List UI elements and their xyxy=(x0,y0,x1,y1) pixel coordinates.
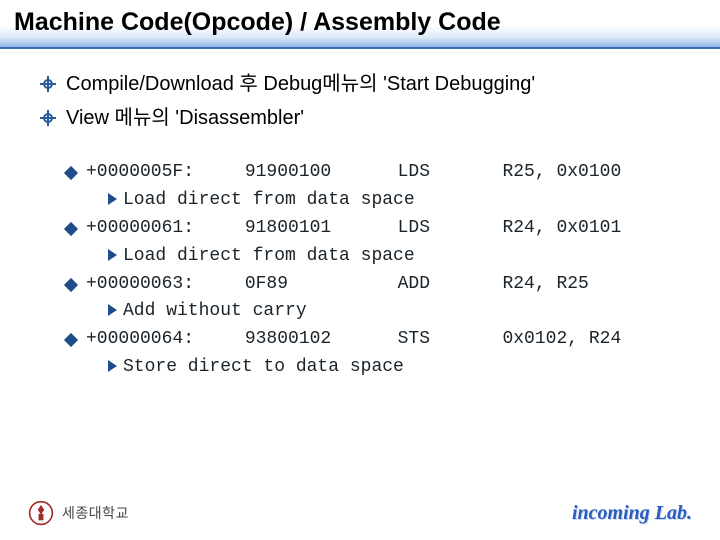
disasm-line: +00000063: 0F89 ADD R24, R25 xyxy=(66,271,680,299)
disasm-desc-row: Store direct to data space xyxy=(106,354,680,382)
disasm-operands: R24, 0x0101 xyxy=(502,215,621,243)
disasm-line: +0000005F: 91900100 LDS R25, 0x0100 xyxy=(66,159,680,187)
bullet-list: Compile/Download 후 Debug메뉴의 'Start Debug… xyxy=(40,69,680,133)
disasm-mnemonic: ADD xyxy=(398,271,492,299)
disasm-operands: 0x0102, R24 xyxy=(502,326,621,354)
disasm-desc-row: Add without carry xyxy=(106,298,680,326)
disasm-description: Load direct from data space xyxy=(123,190,415,210)
slide-footer: 세종대학교 incoming Lab. xyxy=(0,500,720,526)
disasm-operands: R25, 0x0100 xyxy=(502,159,621,187)
crosshair-icon xyxy=(40,76,56,92)
bullet-text: Compile/Download 후 Debug메뉴의 'Start Debug… xyxy=(66,69,535,99)
disasm-address: +00000061: xyxy=(86,215,234,243)
lab-label: incoming Lab. xyxy=(572,502,692,525)
crosshair-icon xyxy=(40,110,56,126)
disasm-opcode: 93800102 xyxy=(245,326,387,354)
list-item: View 메뉴의 'Disassembler' xyxy=(40,103,680,133)
disasm-mnemonic: STS xyxy=(398,326,492,354)
disasm-description: Add without carry xyxy=(123,301,307,321)
crest-icon xyxy=(28,500,54,526)
disasm-opcode: 91800101 xyxy=(245,215,387,243)
disasm-operands: R24, R25 xyxy=(502,271,588,299)
disasm-opcode: 0F89 xyxy=(245,271,387,299)
disasm-line: +00000064: 93800102 STS 0x0102, R24 xyxy=(66,326,680,354)
diamond-icon xyxy=(64,166,78,180)
chevron-right-icon xyxy=(108,360,117,372)
slide-content: Compile/Download 후 Debug메뉴의 'Start Debug… xyxy=(0,49,720,540)
list-item: Compile/Download 후 Debug메뉴의 'Start Debug… xyxy=(40,69,680,99)
disasm-opcode: 91900100 xyxy=(245,159,387,187)
diamond-icon xyxy=(64,222,78,236)
diamond-icon xyxy=(64,333,78,347)
disasm-mnemonic: LDS xyxy=(398,215,492,243)
chevron-right-icon xyxy=(108,304,117,316)
disasm-description: Load direct from data space xyxy=(123,246,415,266)
university-logo: 세종대학교 xyxy=(28,500,129,526)
chevron-right-icon xyxy=(108,193,117,205)
disasm-address: +0000005F: xyxy=(86,159,234,187)
disasm-line: +00000061: 91800101 LDS R24, 0x0101 xyxy=(66,215,680,243)
disasm-address: +00000063: xyxy=(86,271,234,299)
disasm-mnemonic: LDS xyxy=(398,159,492,187)
bullet-text: View 메뉴의 'Disassembler' xyxy=(66,103,304,133)
diamond-icon xyxy=(64,277,78,291)
disasm-desc-row: Load direct from data space xyxy=(106,243,680,271)
disasm-description: Store direct to data space xyxy=(123,357,404,377)
chevron-right-icon xyxy=(108,249,117,261)
slide-title: Machine Code(Opcode) / Assembly Code xyxy=(0,0,720,49)
disasm-address: +00000064: xyxy=(86,326,234,354)
disasm-desc-row: Load direct from data space xyxy=(106,187,680,215)
university-name: 세종대학교 xyxy=(62,503,129,523)
disassembly-block: +0000005F: 91900100 LDS R25, 0x0100 Load… xyxy=(66,159,680,382)
